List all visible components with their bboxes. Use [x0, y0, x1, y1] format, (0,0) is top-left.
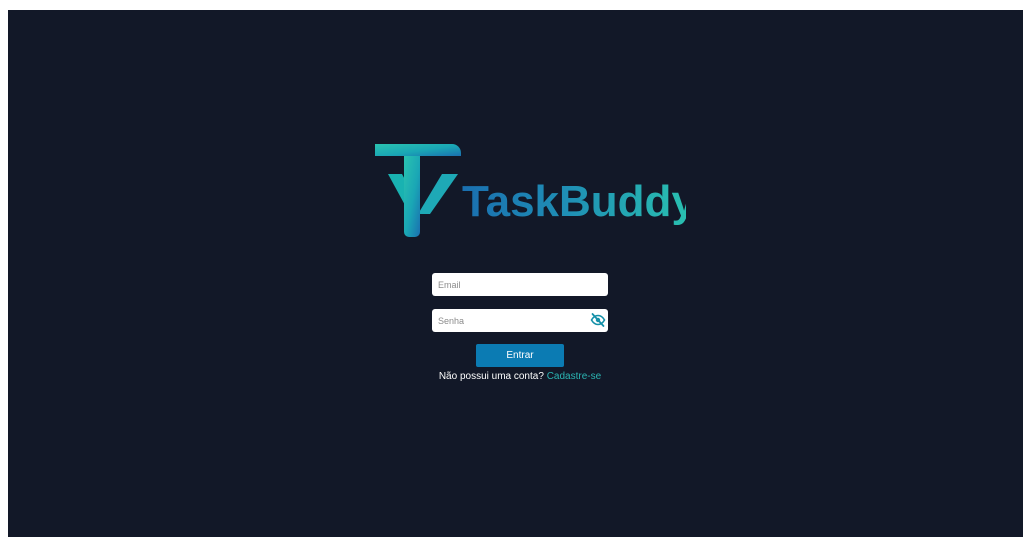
logo-t-stem [404, 156, 420, 237]
taskbuddy-logo: TaskBuddy [366, 144, 686, 238]
logo-t-bar [375, 144, 461, 156]
eye-slash-icon[interactable] [590, 312, 606, 328]
logo-y-right-arm [418, 174, 458, 214]
logo-wordmark: TaskBuddy [462, 177, 686, 226]
password-input[interactable] [432, 309, 608, 332]
email-field[interactable] [432, 273, 608, 296]
email-input[interactable] [432, 273, 608, 296]
password-field[interactable] [432, 309, 608, 332]
signup-link[interactable]: Cadastre-se [547, 371, 601, 382]
login-button[interactable]: Entrar [476, 344, 564, 367]
signup-prompt: Não possui uma conta? [438, 371, 544, 382]
signup-row: Não possui uma conta? Cadastre-se [380, 371, 660, 382]
logo-mark-and-wordmark: TaskBuddy [375, 144, 686, 237]
